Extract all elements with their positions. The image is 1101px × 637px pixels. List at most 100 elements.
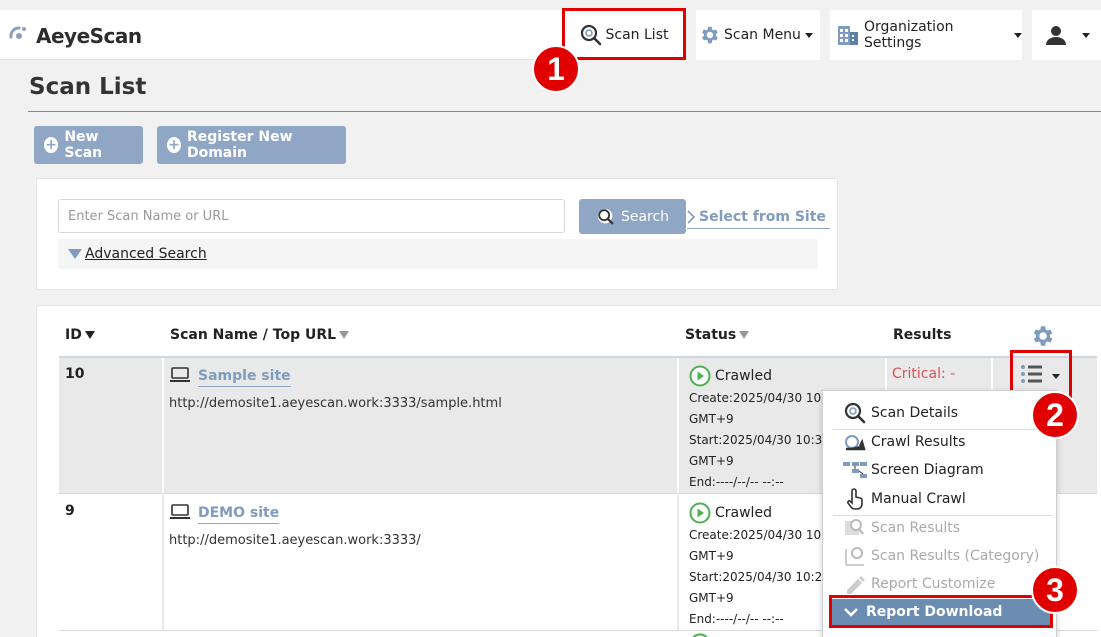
step-badge-1: 1	[532, 45, 580, 93]
triangle-down-icon	[68, 249, 82, 259]
header-results: Results	[893, 327, 951, 343]
user-icon	[1044, 23, 1068, 47]
logo-text: AeyeScan	[36, 24, 142, 48]
new-scan-label: New Scan	[64, 129, 103, 161]
scan-id: 9	[65, 503, 75, 519]
plus-icon: +	[167, 137, 181, 153]
building-icon	[836, 23, 860, 47]
scan-id: 10	[65, 366, 85, 382]
menu-item-scan-results-category: Scan Results (Category)	[843, 543, 1039, 569]
chevron-down-icon	[1014, 32, 1022, 38]
play-circle-icon	[689, 502, 711, 524]
nav-scan-list[interactable]: Scan List	[566, 10, 682, 60]
advanced-search-link[interactable]: Advanced Search	[85, 246, 207, 262]
scan-name-link[interactable]: Sample site	[198, 368, 291, 387]
gear-icon	[698, 24, 720, 46]
scan-name-cell: Sample site	[170, 366, 291, 388]
column-divider	[677, 495, 679, 631]
chevron-right-icon	[687, 209, 695, 224]
sort-icon	[339, 331, 350, 339]
menu-item-label: Scan Results	[871, 520, 961, 536]
header-status-label: Status	[685, 327, 737, 343]
menu-item-report-customize: Report Customize	[843, 571, 995, 597]
search-button-label: Search	[620, 208, 670, 225]
menu-item-scan-results: Scan Results	[843, 515, 960, 541]
chevron-down-icon	[1081, 32, 1090, 38]
scan-results-icon	[843, 517, 867, 539]
sort-desc-icon	[84, 331, 95, 339]
column-divider	[162, 358, 164, 494]
nav-organization-settings[interactable]: Organization Settings	[830, 10, 1022, 60]
step-badge-3: 3	[1031, 566, 1079, 614]
menu-item-label: Scan Details	[871, 405, 959, 421]
status-label: Crawled	[715, 504, 772, 521]
chevron-down-icon	[844, 607, 858, 617]
scan-search-icon	[580, 24, 602, 46]
chevron-down-icon	[804, 32, 813, 38]
scan-url: http://demosite1.aeyescan.work:3333/	[169, 533, 421, 548]
page-title: Scan List	[29, 74, 147, 100]
hand-pointer-icon	[843, 488, 867, 510]
monitor-icon	[170, 503, 190, 525]
column-settings-gear-icon[interactable]	[1029, 323, 1055, 353]
nav-divider	[820, 10, 830, 60]
sort-icon	[739, 331, 750, 339]
play-circle-icon	[689, 633, 711, 637]
menu-item-label: Report Download	[866, 604, 1003, 620]
scan-details-icon	[843, 402, 867, 424]
header-results-label: Results	[893, 327, 952, 343]
category-results-icon	[843, 545, 867, 567]
menu-item-label: Scan Results (Category)	[871, 548, 1040, 564]
menu-item-label: Manual Crawl	[871, 491, 966, 507]
header-scan-name-label: Scan Name / Top URL	[170, 327, 337, 343]
nav-scan-list-label: Scan List	[605, 27, 669, 43]
select-from-site-label: Select from Site	[699, 208, 826, 225]
menu-item-manual-crawl[interactable]: Manual Crawl	[843, 486, 966, 512]
column-divider	[677, 358, 679, 494]
title-divider	[28, 111, 1101, 112]
search-panel: Search Select from Site Advanced Search	[36, 178, 838, 290]
monitor-icon	[170, 366, 190, 388]
nav-organization-settings-label: Organization Settings	[864, 19, 954, 51]
search-button[interactable]: Search	[579, 199, 686, 234]
menu-item-screen-diagram[interactable]: Screen Diagram	[843, 457, 984, 483]
list-menu-icon	[1020, 363, 1048, 389]
menu-item-label: Report Customize	[871, 576, 996, 592]
pencil-icon	[843, 573, 867, 595]
header-id[interactable]: ID	[65, 327, 95, 343]
search-icon	[596, 207, 616, 227]
nav-scan-menu-label: Scan Menu	[724, 27, 801, 43]
plus-icon: +	[44, 137, 59, 153]
select-from-site-link[interactable]: Select from Site	[687, 205, 830, 229]
header-id-label: ID	[65, 327, 82, 343]
header-scan-name[interactable]: Scan Name / Top URL	[170, 327, 350, 343]
critical-result: Critical: -	[892, 366, 956, 382]
app-logo[interactable]: AeyeScan	[8, 24, 142, 48]
play-circle-icon	[689, 365, 711, 387]
step-badge-2: 2	[1031, 391, 1079, 439]
register-domain-button[interactable]: + Register New Domain	[157, 126, 346, 164]
menu-item-label: Screen Diagram	[871, 462, 984, 478]
scan-name-link[interactable]: DEMO site	[198, 505, 280, 524]
nav-divider	[1022, 10, 1032, 60]
nav-scan-menu[interactable]: Scan Menu	[696, 10, 820, 60]
column-divider	[162, 495, 164, 631]
logo-icon	[8, 23, 30, 49]
user-menu[interactable]	[1032, 10, 1101, 60]
nav-divider	[686, 10, 696, 60]
header-status[interactable]: Status	[685, 327, 750, 343]
scan-url: http://demosite1.aeyescan.work:3333/samp…	[169, 396, 502, 411]
register-domain-label: Register New Domain	[186, 129, 293, 161]
advanced-search-row[interactable]: Advanced Search	[58, 239, 818, 269]
menu-item-scan-details[interactable]: Scan Details	[843, 400, 958, 426]
search-input[interactable]	[58, 199, 565, 233]
row-actions-dropdown: Scan Details Crawl Results Screen Diagra…	[822, 390, 1057, 637]
snail-icon	[843, 432, 867, 452]
new-scan-button[interactable]: + New Scan	[34, 126, 143, 164]
diagram-icon	[843, 461, 867, 479]
status-label: Crawled	[715, 367, 772, 384]
menu-item-report-download[interactable]: Report Download	[832, 599, 1052, 625]
chevron-down-icon	[1052, 373, 1060, 379]
menu-item-crawl-results[interactable]: Crawl Results	[843, 429, 965, 455]
menu-item-label: Crawl Results	[871, 434, 966, 450]
